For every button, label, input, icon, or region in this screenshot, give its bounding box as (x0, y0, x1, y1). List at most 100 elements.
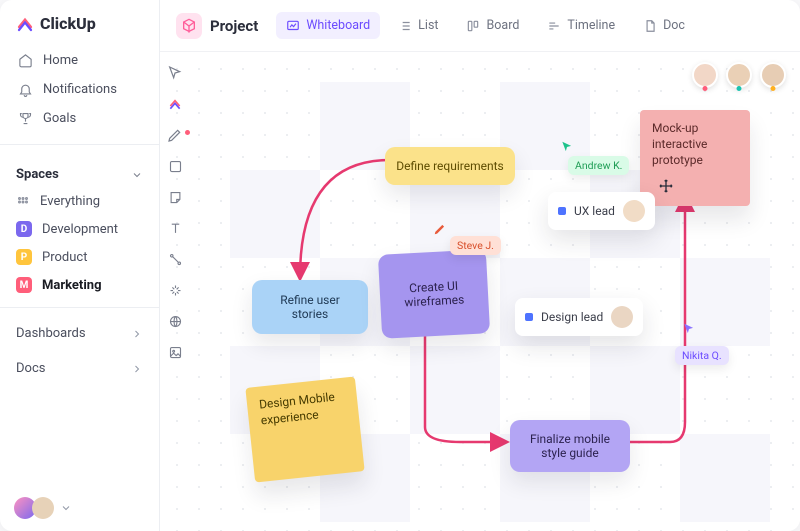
presence-avatar[interactable] (726, 62, 752, 88)
chip-design-lead[interactable]: Design lead (515, 298, 643, 336)
cursor-icon (167, 65, 183, 81)
tab-label: List (418, 18, 438, 33)
space-badge: M (16, 277, 32, 293)
card-finalize-style-guide[interactable]: Finalize mobile style guide (510, 420, 630, 472)
card-text: Define requirements (396, 159, 503, 173)
timeline-icon (547, 19, 561, 33)
tab-list[interactable]: List (388, 12, 448, 39)
nav-label: Home (43, 53, 78, 68)
tool-sticky[interactable] (166, 188, 184, 206)
chip-label: Design lead (541, 310, 603, 324)
tab-label: Doc (663, 18, 685, 33)
cursor-tag-nikita: Nikita Q. (675, 346, 729, 365)
chevron-down-icon (131, 169, 143, 181)
space-marketing[interactable]: M Marketing (0, 271, 159, 299)
tab-label: Board (486, 18, 519, 33)
grid-dots-icon (16, 195, 30, 209)
nav-home[interactable]: Home (8, 47, 151, 74)
sticky-text: Design Mobile experience (258, 390, 335, 428)
tool-image[interactable] (166, 343, 184, 361)
nav-label: Notifications (43, 82, 117, 97)
cursor-pointer-icon (682, 322, 696, 336)
nav-notifications[interactable]: Notifications (8, 76, 151, 103)
project-title: Project (210, 17, 258, 35)
sticky-text: Mock-up interactive prototype (652, 121, 707, 167)
nav-goals[interactable]: Goals (8, 105, 151, 132)
tool-connector[interactable] (166, 250, 184, 268)
chevron-right-icon (131, 328, 143, 340)
space-badge: P (16, 249, 32, 265)
cursor-tag-steve: Steve J. (450, 236, 501, 255)
trophy-icon (18, 111, 33, 126)
whiteboard-canvas[interactable]: Define requirements Refine user stories … (160, 52, 800, 531)
card-refine-user-stories[interactable]: Refine user stories (252, 280, 368, 334)
spaces-heading: Spaces (16, 167, 59, 182)
board-icon (466, 19, 480, 33)
tool-clickup[interactable] (166, 95, 184, 113)
globe-icon (168, 314, 183, 329)
tab-whiteboard[interactable]: Whiteboard (276, 12, 380, 39)
tab-label: Timeline (567, 18, 615, 33)
avatar (611, 306, 633, 328)
cursor-pointer-icon (560, 140, 574, 154)
sidebar-footer (0, 485, 159, 531)
card-define-requirements[interactable]: Define requirements (385, 147, 515, 185)
pencil-icon (433, 222, 447, 236)
nav-docs[interactable]: Docs (0, 351, 159, 386)
tool-text[interactable] (166, 219, 184, 237)
avatar (623, 200, 645, 222)
divider (0, 307, 159, 308)
chevron-down-icon (60, 502, 72, 514)
presence-avatar[interactable] (760, 62, 786, 88)
space-label: Development (42, 222, 118, 237)
brand-name: ClickUp (40, 14, 96, 33)
status-dot (558, 207, 566, 215)
tab-label: Whiteboard (306, 18, 370, 33)
space-badge: D (16, 221, 32, 237)
tag-text: Andrew K. (575, 159, 622, 172)
card-text: Finalize mobile style guide (520, 432, 620, 460)
cursor-tag-andrew: Andrew K. (568, 156, 629, 175)
home-icon (18, 53, 33, 68)
tool-select[interactable] (166, 64, 184, 82)
presence-avatars (692, 62, 786, 88)
space-everything[interactable]: Everything (0, 188, 159, 215)
presence-avatar[interactable] (692, 62, 718, 88)
tab-doc[interactable]: Doc (633, 12, 695, 39)
project-chip[interactable]: Project (176, 13, 258, 39)
card-create-wireframes[interactable]: Create UI wireframes (378, 249, 490, 339)
whiteboard-icon (286, 19, 300, 33)
tool-web[interactable] (166, 312, 184, 330)
tool-pen[interactable] (166, 126, 184, 144)
move-icon (658, 178, 674, 194)
nav-label: Goals (43, 111, 76, 126)
sticky-design-mobile[interactable]: Design Mobile experience (245, 377, 364, 483)
tab-timeline[interactable]: Timeline (537, 12, 625, 39)
connector-icon (168, 252, 183, 267)
sidebar: ClickUp Home Notifications Goals Spaces … (0, 0, 160, 531)
pen-icon (167, 127, 183, 143)
divider (0, 144, 159, 145)
sticky-note-icon (168, 190, 183, 205)
text-icon (168, 221, 183, 236)
status-dot (525, 313, 533, 321)
sparkle-icon (168, 283, 183, 298)
section-label: Docs (16, 361, 45, 376)
card-text: Refine user stories (262, 293, 358, 321)
main-area: Project Whiteboard List Board Timeline D… (160, 0, 800, 531)
space-development[interactable]: D Development (0, 215, 159, 243)
user-avatar[interactable] (32, 497, 54, 519)
tool-shape[interactable] (166, 157, 184, 175)
primary-nav: Home Notifications Goals (0, 43, 159, 136)
chip-ux-lead[interactable]: UX lead (548, 192, 655, 230)
chip-label: UX lead (574, 204, 615, 218)
tab-board[interactable]: Board (456, 12, 529, 39)
tag-text: Steve J. (457, 239, 494, 252)
nav-dashboards[interactable]: Dashboards (0, 316, 159, 351)
bell-icon (18, 82, 33, 97)
spaces-header[interactable]: Spaces (0, 153, 159, 188)
sticky-mockup-prototype[interactable]: Mock-up interactive prototype (640, 110, 750, 206)
tool-magic[interactable] (166, 281, 184, 299)
whiteboard-toolbox (162, 58, 188, 367)
space-product[interactable]: P Product (0, 243, 159, 271)
